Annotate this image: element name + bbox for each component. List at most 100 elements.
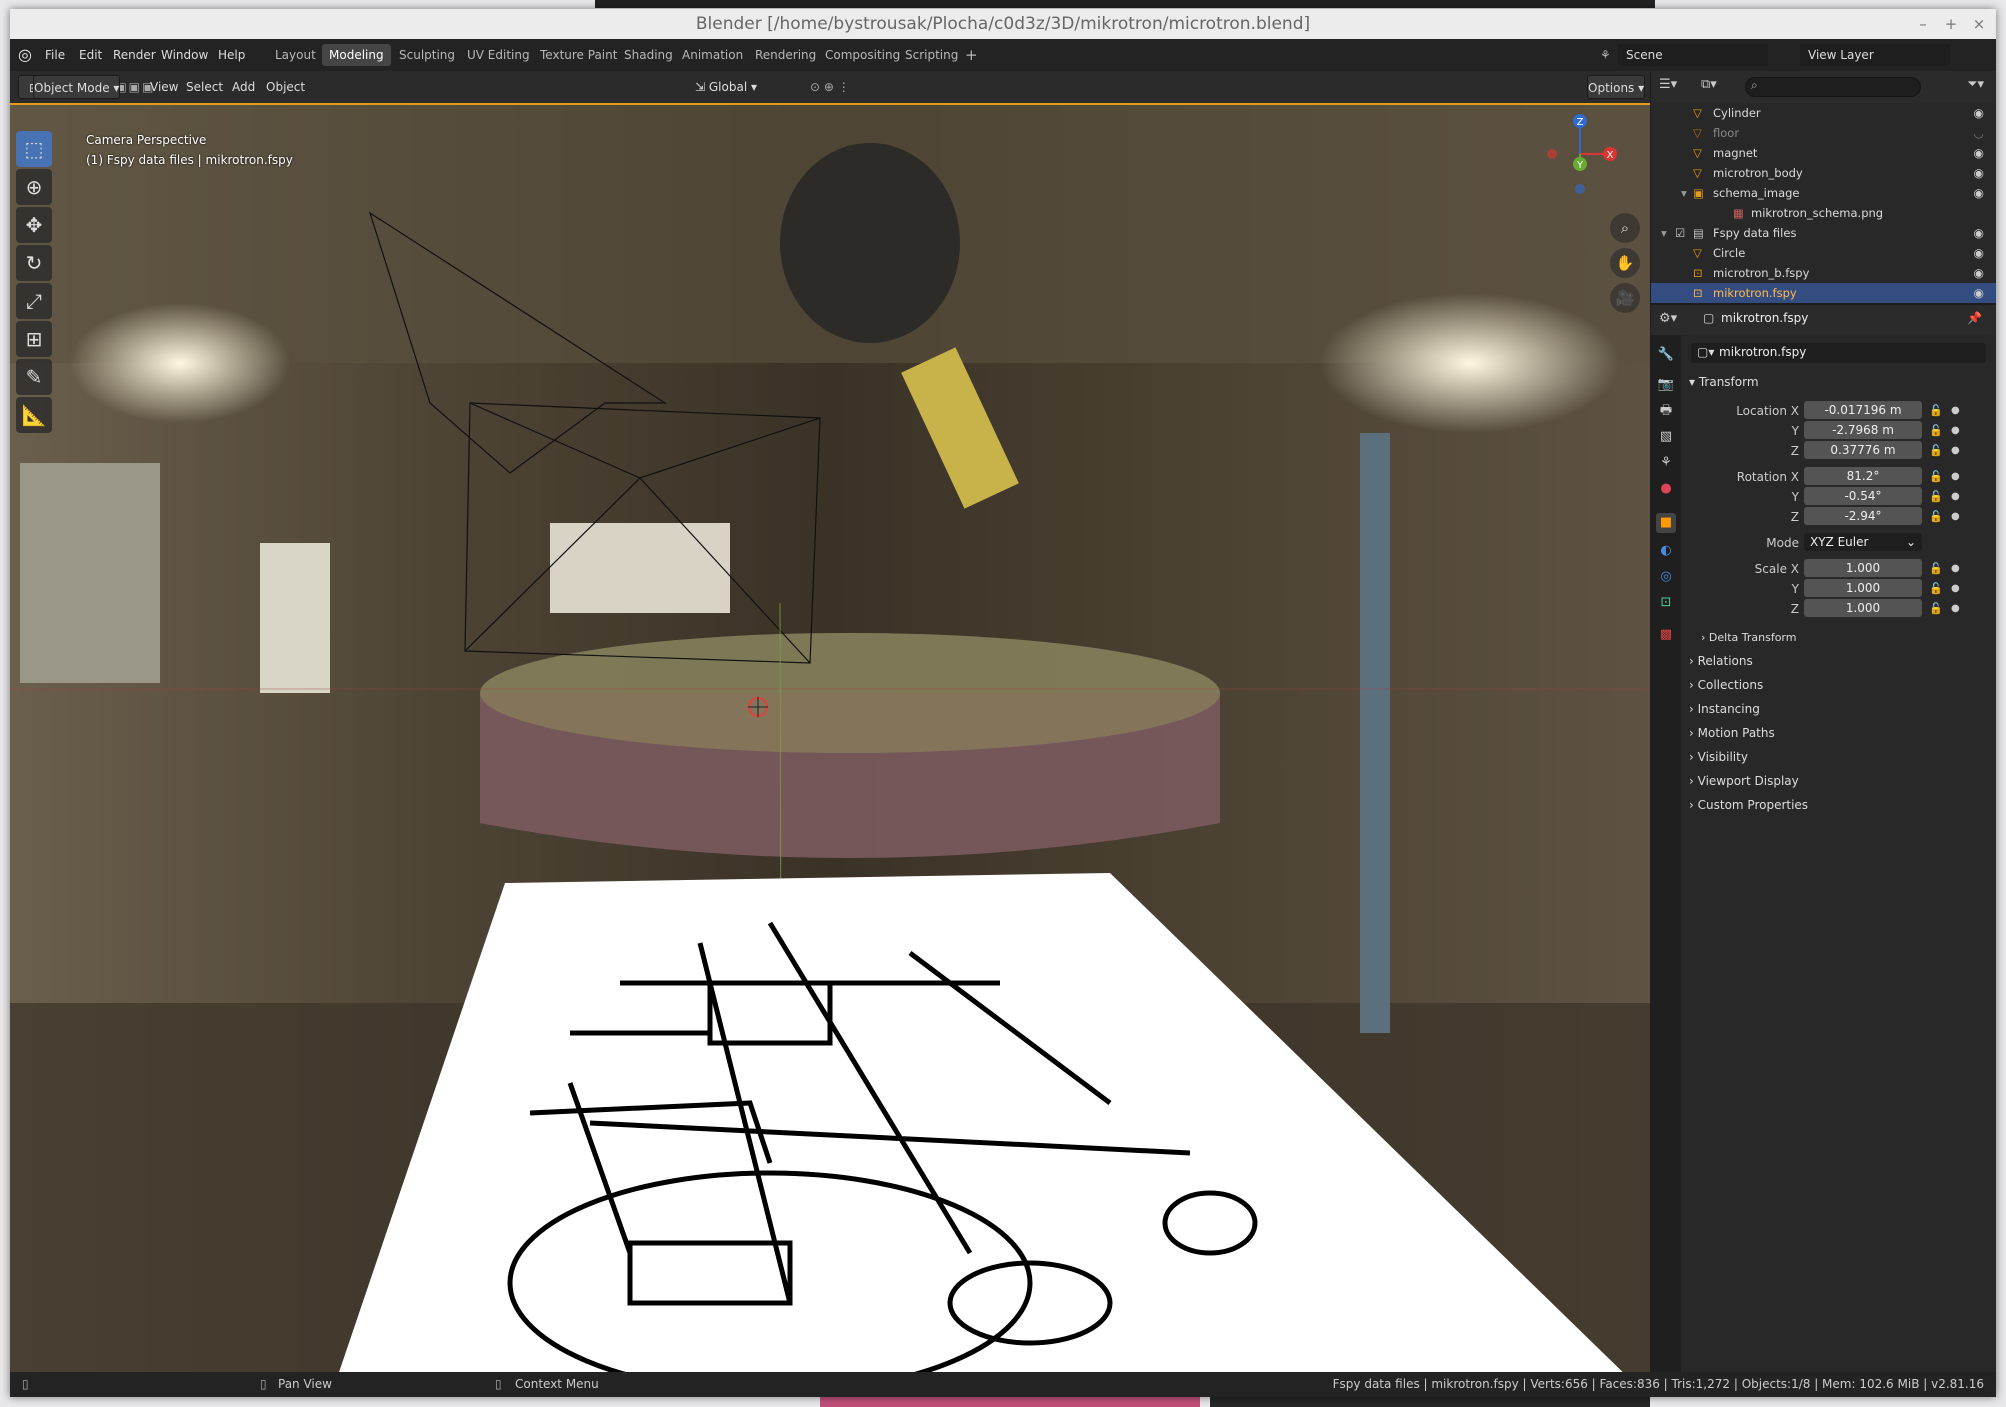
- eye-icon[interactable]: ◉: [1974, 243, 1984, 263]
- object-tab-icon[interactable]: ■: [1656, 513, 1676, 533]
- render-tab-icon[interactable]: 📷: [1656, 375, 1676, 395]
- viewport-menu-add[interactable]: Add: [232, 75, 255, 99]
- measure-tool-icon[interactable]: 📐: [16, 397, 52, 433]
- keyframe-dot-icon[interactable]: ●: [1951, 421, 1960, 441]
- object-mode-dropdown[interactable]: Object Mode ▾: [33, 75, 121, 99]
- rotation-y-field[interactable]: -0.54°: [1804, 487, 1922, 505]
- display-mode-icon[interactable]: ⧉▾: [1701, 77, 1717, 92]
- pan-hand-icon[interactable]: ✋: [1610, 248, 1640, 278]
- eye-icon[interactable]: ◉: [1974, 143, 1984, 163]
- keyframe-dot-icon[interactable]: ●: [1951, 441, 1960, 461]
- tab-sculpting[interactable]: Sculpting: [392, 44, 462, 66]
- tool-tab-icon[interactable]: 🔧: [1656, 345, 1676, 365]
- lock-icon[interactable]: 🔓: [1929, 599, 1943, 619]
- scene-tab-icon[interactable]: ⚘: [1656, 453, 1676, 473]
- rotation-mode-dropdown[interactable]: XYZ Euler ⌄: [1804, 533, 1922, 551]
- properties-editor-icon[interactable]: ⚙▾: [1659, 311, 1677, 326]
- minimize-button[interactable]: –: [1910, 9, 1936, 39]
- eye-icon[interactable]: ◉: [1974, 163, 1984, 183]
- rotation-z-field[interactable]: -2.94°: [1804, 507, 1922, 525]
- gizmo-neg-x[interactable]: [1547, 149, 1557, 159]
- scale-z-field[interactable]: 1.000: [1804, 599, 1922, 617]
- checkbox-icon[interactable]: ☑: [1675, 223, 1685, 243]
- view-layer-selector[interactable]: View Layer: [1800, 44, 1950, 66]
- menu-window[interactable]: Window: [161, 39, 208, 71]
- menu-file[interactable]: File: [45, 39, 65, 71]
- panel-visibility[interactable]: › Visibility: [1689, 746, 2004, 768]
- menu-edit[interactable]: Edit: [79, 39, 102, 71]
- menu-help[interactable]: Help: [218, 39, 245, 71]
- eye-icon[interactable]: ◉: [1974, 103, 1984, 123]
- navigation-gizmo[interactable]: Z X Y: [1540, 109, 1620, 199]
- annotate-tool-icon[interactable]: ✎: [16, 359, 52, 395]
- tab-compositing[interactable]: Compositing: [818, 44, 907, 66]
- eye-closed-icon[interactable]: ◡: [1974, 123, 1984, 143]
- texture-tab-icon[interactable]: ▩: [1656, 625, 1676, 645]
- outliner-row[interactable]: ▽ microtron_body ◉: [1651, 163, 1996, 183]
- close-button[interactable]: ×: [1966, 9, 1992, 39]
- object-data-tab-icon[interactable]: ⊡: [1656, 593, 1676, 613]
- maximize-button[interactable]: +: [1938, 9, 1964, 39]
- view-layer-tab-icon[interactable]: ▧: [1656, 427, 1676, 447]
- lock-icon[interactable]: 🔓: [1929, 579, 1943, 599]
- location-x-field[interactable]: -0.017196 m: [1804, 401, 1922, 419]
- scale-x-field[interactable]: 1.000: [1804, 559, 1922, 577]
- outliner-row-selected[interactable]: ⊡ mikrotron.fspy ◉: [1651, 283, 1996, 303]
- lock-icon[interactable]: 🔓: [1929, 467, 1943, 487]
- panel-instancing[interactable]: › Instancing: [1689, 698, 2004, 720]
- outliner-row[interactable]: ▾ ☑ ▤ Fspy data files ◉: [1651, 223, 1996, 243]
- panel-custom-properties[interactable]: › Custom Properties: [1689, 794, 2004, 816]
- expand-icon[interactable]: ▾: [1661, 223, 1667, 243]
- lock-icon[interactable]: 🔓: [1929, 559, 1943, 579]
- delta-transform-subpanel[interactable]: › Delta Transform: [1701, 627, 2006, 649]
- output-tab-icon[interactable]: 🖶: [1656, 401, 1676, 421]
- outliner-search-input[interactable]: [1745, 77, 1921, 97]
- panel-collections[interactable]: › Collections: [1689, 674, 2004, 696]
- lock-icon[interactable]: 🔓: [1929, 487, 1943, 507]
- location-z-field[interactable]: 0.37776 m: [1804, 441, 1922, 459]
- expand-icon[interactable]: ▾: [1681, 183, 1687, 203]
- cursor-tool-icon[interactable]: ⊕: [16, 169, 52, 205]
- tab-layout[interactable]: Layout: [268, 44, 323, 66]
- scale-y-field[interactable]: 1.000: [1804, 579, 1922, 597]
- scale-tool-icon[interactable]: ⤢: [16, 283, 52, 319]
- transform-tool-icon[interactable]: ⊞: [16, 321, 52, 357]
- keyframe-dot-icon[interactable]: ●: [1951, 599, 1960, 619]
- keyframe-dot-icon[interactable]: ●: [1951, 467, 1960, 487]
- viewport-menu-select[interactable]: Select: [186, 75, 223, 99]
- object-name-field[interactable]: ▢▾ mikrotron.fspy: [1691, 343, 1986, 363]
- world-tab-icon[interactable]: ●: [1656, 479, 1676, 499]
- keyframe-dot-icon[interactable]: ●: [1951, 487, 1960, 507]
- camera-view-icon[interactable]: 🎥: [1610, 283, 1640, 313]
- pin-icon[interactable]: 📌: [1967, 311, 1982, 325]
- transform-orientation-dropdown[interactable]: ⇲ Global ▾: [695, 75, 805, 99]
- tab-modeling[interactable]: Modeling: [322, 44, 391, 66]
- keyframe-dot-icon[interactable]: ●: [1951, 401, 1960, 421]
- outliner-row[interactable]: ▾ ▣ schema_image ◉: [1651, 183, 1996, 203]
- outliner-row[interactable]: ▽ magnet ◉: [1651, 143, 1996, 163]
- tab-texture-paint[interactable]: Texture Paint: [533, 44, 624, 66]
- panel-relations[interactable]: › Relations: [1689, 650, 2004, 672]
- keyframe-dot-icon[interactable]: ●: [1951, 559, 1960, 579]
- outliner-row[interactable]: ▽ floor ◡: [1651, 123, 1996, 143]
- tab-rendering[interactable]: Rendering: [748, 44, 823, 66]
- tab-uv-editing[interactable]: UV Editing: [460, 44, 537, 66]
- eye-icon[interactable]: ◉: [1974, 223, 1984, 243]
- outliner-row[interactable]: ▽ Cylinder ◉: [1651, 103, 1996, 123]
- lock-icon[interactable]: 🔓: [1929, 421, 1943, 441]
- add-workspace-button[interactable]: +: [958, 44, 985, 66]
- physics-tab-icon[interactable]: ◎: [1656, 567, 1676, 587]
- lock-icon[interactable]: 🔓: [1929, 441, 1943, 461]
- filter-icon[interactable]: ⏷▾: [1967, 77, 1984, 92]
- panel-motion-paths[interactable]: › Motion Paths: [1689, 722, 2004, 744]
- panel-viewport-display[interactable]: › Viewport Display: [1689, 770, 2004, 792]
- modifiers-tab-icon[interactable]: ◐: [1656, 541, 1676, 561]
- eye-icon[interactable]: ◉: [1974, 183, 1984, 203]
- viewport-menu-view[interactable]: View: [150, 75, 178, 99]
- gizmo-neg-z[interactable]: [1575, 184, 1585, 194]
- viewport-menu-object[interactable]: Object: [266, 75, 305, 99]
- outliner-row[interactable]: ▽ Circle ◉: [1651, 243, 1996, 263]
- move-tool-icon[interactable]: ✥: [16, 207, 52, 243]
- location-y-field[interactable]: -2.7968 m: [1804, 421, 1922, 439]
- keyframe-dot-icon[interactable]: ●: [1951, 579, 1960, 599]
